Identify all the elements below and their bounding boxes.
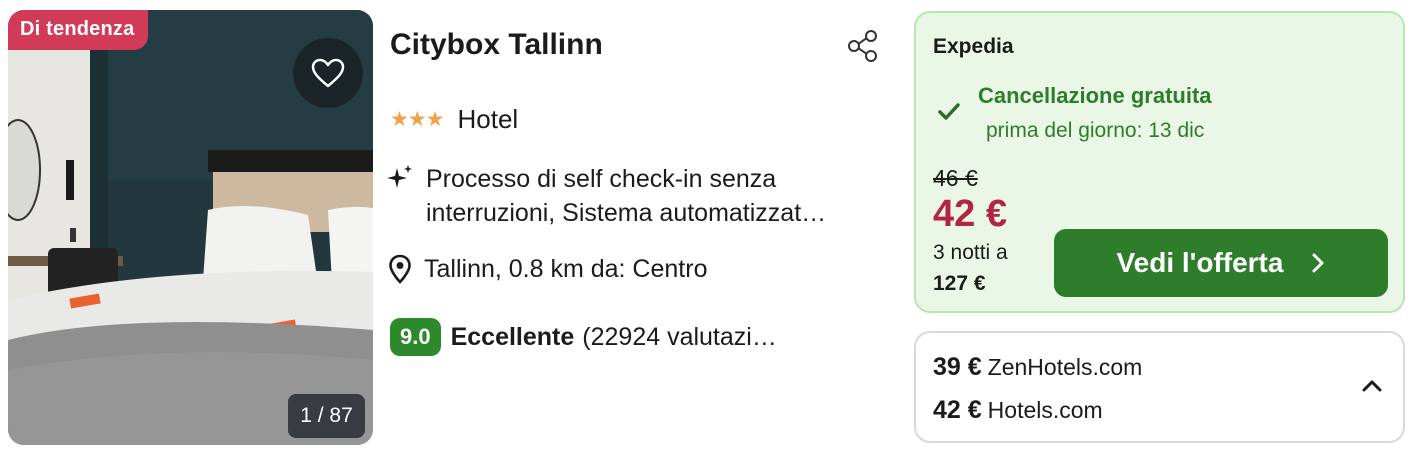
chevron-right-icon	[1312, 253, 1324, 273]
location: Tallinn, 0.8 km da: Centro	[388, 254, 707, 284]
other-offer-site: Hotels.com	[987, 397, 1103, 423]
share-icon	[848, 30, 877, 62]
other-offer-price: 39 €	[933, 353, 982, 381]
hotel-photo[interactable]: Di tendenza 1 / 87	[8, 10, 373, 445]
offer-provider: Expedia	[933, 35, 1014, 58]
rating-score: 9.0	[390, 318, 441, 356]
view-offer-label: Vedi l'offerta	[1116, 247, 1284, 278]
share-button[interactable]	[845, 28, 883, 64]
hotel-type: Hotel	[457, 104, 519, 134]
amenities-text: Processo di self check-in senza interruz…	[426, 165, 827, 227]
heart-outline-icon	[311, 58, 345, 88]
rating-count: (22924 valutazi…	[582, 322, 777, 351]
nights-label: 3 notti a	[933, 241, 1008, 264]
featured-offer[interactable]: Expedia Cancellazione gratuita prima del…	[914, 11, 1405, 313]
chevron-up-icon[interactable]	[1360, 377, 1384, 395]
other-offer-row[interactable]: 42 € Hotels.com	[933, 396, 1103, 425]
other-offer-price: 42 €	[933, 396, 982, 424]
hotel-name[interactable]: Citybox Tallinn	[390, 28, 603, 62]
location-text: Tallinn, 0.8 km da: Centro	[424, 254, 708, 283]
original-price: 46 €	[933, 165, 978, 191]
other-offer-row[interactable]: 39 € ZenHotels.com	[933, 353, 1142, 382]
free-cancellation-label: Cancellazione gratuita	[978, 83, 1212, 108]
cancellation-deadline: prima del giorno: 13 dic	[986, 119, 1205, 142]
other-offers: 39 € ZenHotels.com 42 € Hotels.com	[914, 331, 1405, 443]
sparkle-icon	[387, 165, 412, 188]
other-offer-site: ZenHotels.com	[987, 354, 1143, 380]
photo-counter: 1 / 87	[288, 394, 365, 438]
rating-label: Eccellente	[450, 322, 575, 351]
amenities: Processo di self check-in senza interruz…	[386, 162, 896, 230]
view-offer-button[interactable]: Vedi l'offerta	[1054, 229, 1388, 297]
guest-rating[interactable]: 9.0 Eccellente (22924 valutazi…	[390, 318, 777, 356]
trending-badge: Di tendenza	[8, 10, 149, 50]
hotel-class: ★★★ Hotel	[390, 104, 518, 135]
total-price: 127 €	[933, 272, 986, 295]
location-pin-icon	[389, 254, 411, 284]
hotel-result-card: Di tendenza 1 / 87 Citybox Tallinn ★★★ H…	[0, 0, 1424, 452]
favorite-button[interactable]	[293, 38, 363, 108]
checkmark-icon	[938, 103, 960, 120]
star-rating-icon: ★★★	[390, 108, 444, 131]
offer-price: 42 €	[933, 193, 1007, 235]
